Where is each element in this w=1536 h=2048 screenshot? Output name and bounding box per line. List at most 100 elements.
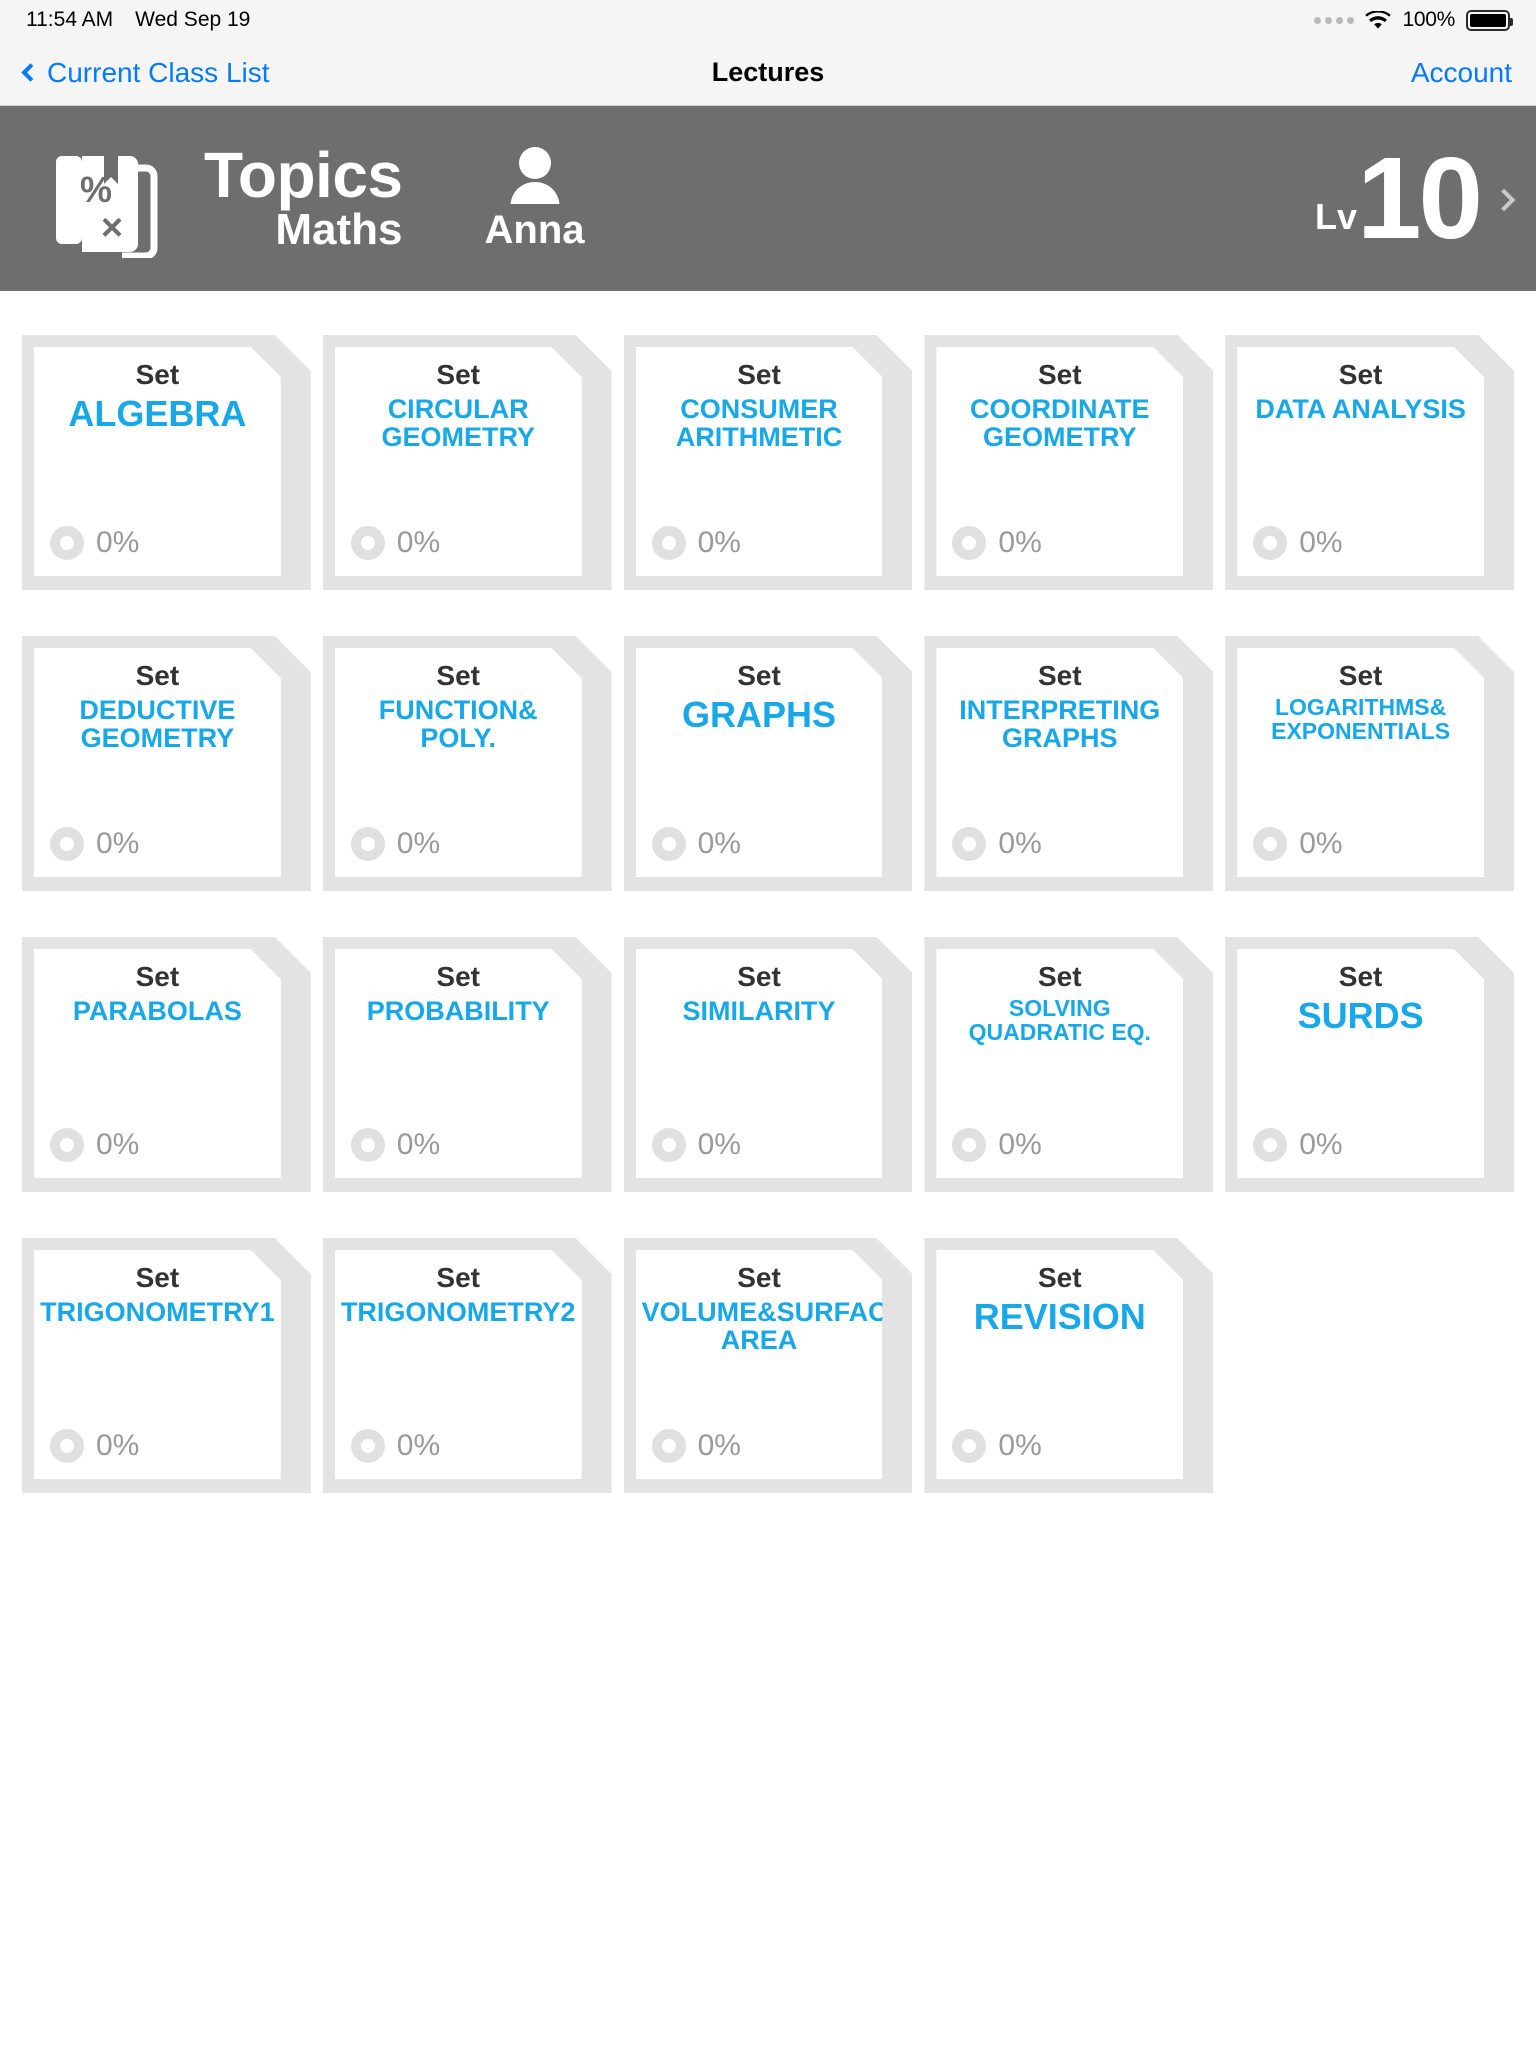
card-set-label: Set: [436, 1262, 480, 1293]
card-progress: 0%: [652, 1128, 741, 1162]
card-page: Set PARABOLAS 0%: [34, 949, 281, 1178]
status-bar-right: 100%: [1314, 8, 1513, 32]
card-page: Set CIRCULAR GEOMETRY 0%: [335, 347, 582, 576]
topic-card[interactable]: Set FUNCTION& POLY. 0%: [323, 636, 612, 891]
card-topic-title: INTERPRETING GRAPHS: [959, 695, 1161, 754]
progress-ring-icon: [652, 526, 686, 560]
level-indicator[interactable]: Lv 10: [1315, 140, 1516, 256]
topic-card[interactable]: Set SIMILARITY 0%: [624, 937, 913, 1192]
card-topic-title: ALGEBRA: [68, 393, 247, 435]
card-progress: 0%: [50, 827, 139, 861]
progress-ring-icon: [351, 827, 385, 861]
topic-card[interactable]: Set GRAPHS 0%: [624, 636, 913, 891]
topics-grid-container: Set ALGEBRA 0% Set CIRCULAR GEOMETRY 0% Set CON…: [0, 291, 1536, 1493]
card-topic-title: TRIGONOMETRY1: [40, 1297, 275, 1328]
card-page: Set TRIGONOMETRY2 0%: [335, 1250, 582, 1479]
back-button-label: Current Class List: [47, 56, 270, 88]
progress-ring-icon: [652, 1429, 686, 1463]
progress-ring-icon: [652, 1128, 686, 1162]
account-button[interactable]: Account: [1411, 57, 1512, 89]
card-set-label: Set: [436, 359, 480, 390]
card-progress-value: 0%: [396, 827, 441, 860]
card-page: Set INTERPRETING GRAPHS 0%: [936, 648, 1183, 877]
topic-card[interactable]: Set PARABOLAS 0%: [22, 937, 311, 1192]
card-progress: 0%: [1253, 827, 1342, 861]
status-bar: 11:54 AM Wed Sep 19 100%: [0, 0, 1536, 40]
chevron-left-icon: [21, 63, 40, 82]
card-page: Set FUNCTION& POLY. 0%: [335, 648, 582, 877]
card-set-label: Set: [135, 1262, 180, 1293]
progress-ring-icon: [351, 526, 385, 560]
card-topic-title: REVISION: [973, 1296, 1146, 1338]
header-subtitle: Maths: [275, 204, 403, 254]
progress-ring-icon: [1253, 827, 1287, 861]
card-topic-title: PROBABILITY: [366, 996, 550, 1027]
card-progress-value: 0%: [1299, 827, 1343, 860]
card-progress: 0%: [351, 526, 440, 560]
topics-grid: Set ALGEBRA 0% Set CIRCULAR GEOMETRY 0% Set CON…: [22, 335, 1514, 1493]
topic-card[interactable]: Set LOGARITHMS& EXPONENTIALS 0%: [1225, 636, 1514, 891]
status-bar-left: 11:54 AM Wed Sep 19: [26, 8, 250, 32]
progress-ring-icon: [50, 526, 84, 560]
card-set-label: Set: [135, 961, 180, 992]
svg-text:×: ×: [101, 207, 123, 249]
card-page: Set COORDINATE GEOMETRY 0%: [936, 347, 1183, 576]
card-progress-value: 0%: [697, 1429, 741, 1462]
progress-ring-icon: [952, 1128, 986, 1162]
progress-ring-icon: [351, 1128, 385, 1162]
topic-card[interactable]: Set INTERPRETING GRAPHS 0%: [924, 636, 1213, 891]
progress-ring-icon: [652, 827, 686, 861]
card-page: Set CONSUMER ARITHMETIC 0%: [636, 347, 883, 576]
card-progress: 0%: [1253, 526, 1342, 560]
topics-header: % × Topics Maths Anna Lv 10: [0, 106, 1536, 291]
card-progress-value: 0%: [96, 827, 140, 860]
topic-card[interactable]: Set DATA ANALYSIS 0%: [1225, 335, 1514, 590]
card-progress: 0%: [652, 827, 741, 861]
progress-ring-icon: [952, 827, 986, 861]
progress-ring-icon: [351, 1429, 385, 1463]
topic-card[interactable]: Set TRIGONOMETRY2 0%: [323, 1238, 612, 1493]
card-progress-value: 0%: [697, 1128, 741, 1161]
progress-ring-icon: [1253, 1128, 1287, 1162]
card-topic-title: LOGARITHMS& EXPONENTIALS: [1271, 694, 1451, 745]
card-page: Set ALGEBRA 0%: [34, 347, 281, 576]
topic-card[interactable]: Set SURDS 0%: [1225, 937, 1514, 1192]
card-set-label: Set: [135, 660, 180, 691]
card-progress-value: 0%: [96, 526, 140, 559]
card-progress: 0%: [50, 1128, 139, 1162]
progress-ring-icon: [952, 526, 986, 560]
card-progress-value: 0%: [96, 1128, 140, 1161]
card-topic-title: CONSUMER ARITHMETIC: [675, 394, 843, 453]
progress-ring-icon: [50, 1128, 84, 1162]
topic-card[interactable]: Set DEDUCTIVE GEOMETRY 0%: [22, 636, 311, 891]
card-set-label: Set: [135, 359, 180, 390]
card-set-label: Set: [1038, 1262, 1082, 1293]
topic-card[interactable]: Set VOLUME&SURFACE AREA 0%: [624, 1238, 913, 1493]
person-icon: [504, 144, 566, 210]
card-page: Set GRAPHS 0%: [636, 648, 883, 877]
card-progress-value: 0%: [1299, 526, 1343, 559]
card-topic-title: DATA ANALYSIS: [1255, 394, 1466, 425]
card-set-label: Set: [1338, 961, 1383, 992]
topic-card[interactable]: Set TRIGONOMETRY1 0%: [22, 1238, 311, 1493]
topic-card[interactable]: Set ALGEBRA 0%: [22, 335, 311, 590]
card-progress: 0%: [351, 827, 440, 861]
card-progress-value: 0%: [697, 526, 741, 559]
back-button[interactable]: Current Class List: [21, 56, 270, 89]
user-name: Anna: [484, 208, 585, 252]
topic-card[interactable]: Set COORDINATE GEOMETRY 0%: [924, 335, 1213, 590]
progress-ring-icon: [1253, 526, 1287, 560]
topic-card[interactable]: Set PROBABILITY 0%: [323, 937, 612, 1192]
topic-card[interactable]: Set REVISION 0%: [924, 1238, 1213, 1493]
topic-card[interactable]: Set CIRCULAR GEOMETRY 0%: [323, 335, 612, 590]
topic-card[interactable]: Set CONSUMER ARITHMETIC 0%: [624, 335, 913, 590]
card-set-label: Set: [737, 660, 781, 691]
card-page: Set DATA ANALYSIS 0%: [1237, 347, 1484, 576]
card-page: Set LOGARITHMS& EXPONENTIALS 0%: [1237, 648, 1484, 877]
card-page: Set TRIGONOMETRY1 0%: [34, 1250, 281, 1479]
user-profile[interactable]: Anna: [485, 144, 585, 253]
card-topic-title: CIRCULAR GEOMETRY: [381, 394, 535, 453]
card-topic-title: COORDINATE GEOMETRY: [970, 394, 1150, 453]
card-progress-value: 0%: [1299, 1128, 1343, 1161]
topic-card[interactable]: Set SOLVING QUADRATIC EQ. 0%: [924, 937, 1213, 1192]
